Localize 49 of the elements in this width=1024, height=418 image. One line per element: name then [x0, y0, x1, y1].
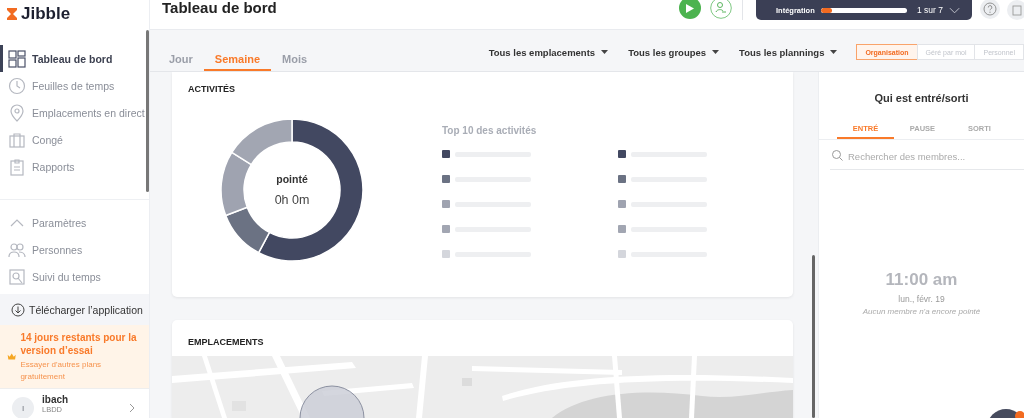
sidebar-item[interactable]: Personnes	[0, 236, 149, 263]
panel-title: Qui est entré/sorti	[873, 92, 970, 106]
sidebar-item[interactable]: Paramètres	[0, 209, 149, 236]
help-icon	[980, 0, 1000, 19]
period-tab[interactable]: Mois	[271, 30, 319, 71]
filter-dropdown[interactable]: Tous les emplacements	[488, 46, 609, 58]
people-icon	[8, 240, 26, 259]
start-timer-button[interactable]	[679, 0, 701, 19]
donut-value: 0h 0m	[274, 193, 310, 207]
trial-message: 14 jours restants pour la version d’essai	[20, 330, 138, 357]
clock-icon	[8, 76, 26, 95]
sidebar-item[interactable]: Feuilles de temps	[0, 72, 149, 99]
sidebar-item[interactable]: Emplacements en direct	[0, 99, 149, 126]
period-tab[interactable]: Jour	[158, 30, 204, 71]
search-icon	[832, 150, 843, 161]
caret-down-icon	[601, 50, 609, 54]
suitcase-icon	[8, 130, 26, 149]
hourglass-logo-icon	[6, 8, 18, 20]
grid-icon	[8, 49, 26, 68]
crown-icon	[7, 351, 17, 362]
filter-dropdown[interactable]: Tous les groupes	[628, 46, 720, 58]
logo-text: Jibble	[21, 4, 71, 24]
card-title: EMPLACEMENTS	[187, 336, 265, 349]
current-time: 11:00 am	[885, 270, 958, 290]
time-tracking-icon	[8, 267, 26, 286]
play-icon	[686, 3, 694, 13]
caret-down-icon	[830, 50, 838, 54]
user-name: ibach	[42, 394, 69, 405]
legend-title: Top 10 des activités	[442, 125, 538, 136]
chevron-down-icon	[948, 6, 960, 14]
person-clock-icon	[710, 0, 732, 19]
sidebar-item[interactable]: Suivi du temps	[0, 263, 149, 290]
trial-link[interactable]: Essayer d'autres plans gratuitement	[20, 358, 121, 383]
download-icon	[11, 302, 25, 317]
chevron-right-icon	[129, 403, 135, 413]
page-title: Tableau de bord	[162, 0, 277, 15]
avatar[interactable]: I	[12, 397, 34, 418]
donut-label: pointé	[276, 173, 308, 185]
empty-message: Aucun membre n'a encore pointé	[862, 307, 981, 316]
current-date: lun., févr. 19	[898, 294, 945, 304]
sidebar-item[interactable]: Rapports	[0, 153, 149, 180]
caret-down-icon	[712, 50, 720, 54]
download-app-button[interactable]: Télécharger l’application	[0, 294, 149, 325]
sidebar-item[interactable]: Congé	[0, 126, 149, 153]
filter-dropdown[interactable]: Tous les plannings	[739, 46, 838, 58]
location-pin-icon	[8, 103, 26, 122]
onboarding-step: 1 sur 7	[916, 5, 943, 15]
card-title: ACTIVITÉS	[187, 83, 236, 96]
clipboard-icon	[8, 157, 26, 176]
